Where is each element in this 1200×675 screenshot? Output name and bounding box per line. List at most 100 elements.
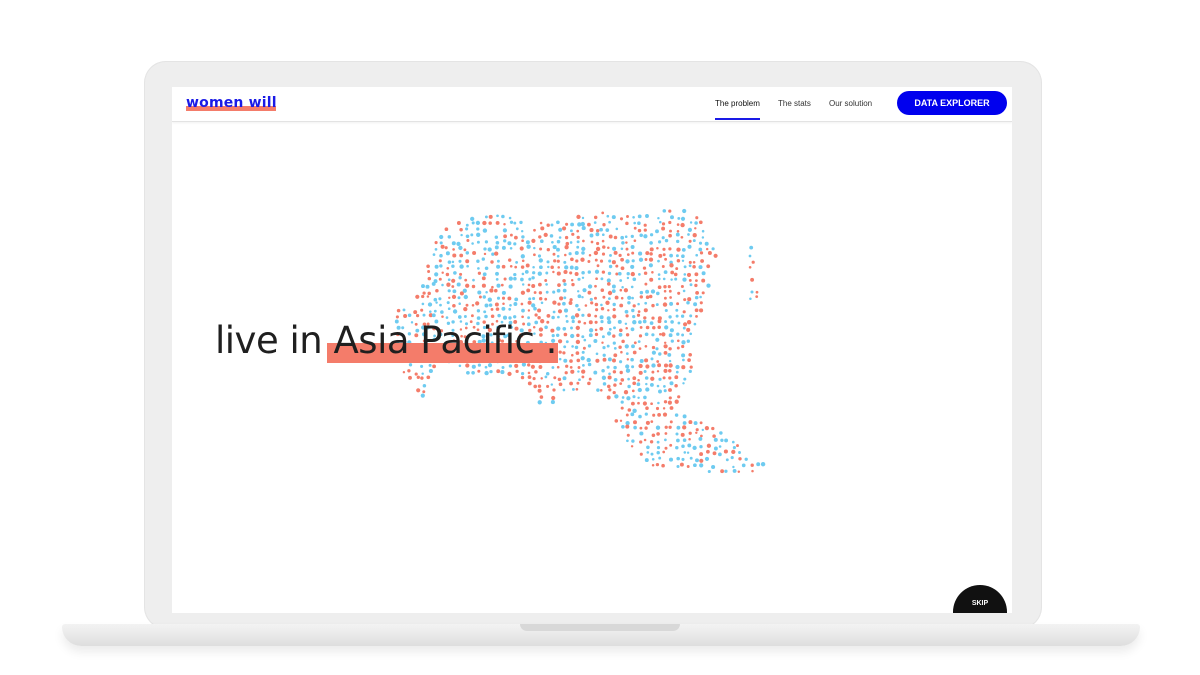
map-dot bbox=[608, 372, 611, 376]
map-dot bbox=[664, 325, 669, 330]
map-dot bbox=[718, 452, 722, 457]
map-dot bbox=[631, 296, 634, 300]
map-dot bbox=[663, 285, 667, 289]
map-dot bbox=[668, 369, 672, 373]
map-dot bbox=[656, 440, 660, 444]
map-dot bbox=[495, 271, 499, 276]
map-dot bbox=[619, 382, 623, 385]
map-dot bbox=[689, 332, 693, 336]
map-dot bbox=[662, 450, 666, 454]
map-dot bbox=[687, 297, 692, 302]
map-dot bbox=[434, 241, 438, 245]
map-dot bbox=[669, 443, 673, 447]
map-dot bbox=[681, 344, 685, 349]
map-dot bbox=[428, 368, 433, 374]
map-dot bbox=[669, 296, 672, 299]
map-dot bbox=[656, 446, 661, 450]
map-dot bbox=[586, 357, 591, 363]
map-dot bbox=[564, 245, 569, 250]
map-dot bbox=[698, 436, 703, 441]
map-dot bbox=[465, 259, 470, 264]
map-dot bbox=[476, 232, 481, 237]
map-dot bbox=[650, 452, 654, 456]
map-dot bbox=[644, 344, 648, 348]
map-dot bbox=[755, 290, 759, 294]
map-dot bbox=[494, 235, 499, 239]
map-dot bbox=[668, 333, 673, 338]
map-dot bbox=[546, 223, 550, 227]
map-dot bbox=[589, 228, 594, 233]
map-dot bbox=[625, 424, 630, 429]
map-dot bbox=[593, 221, 597, 224]
map-dot bbox=[638, 347, 642, 350]
map-dot bbox=[514, 235, 518, 240]
map-dot bbox=[453, 271, 457, 275]
map-dot bbox=[637, 340, 641, 343]
map-dot bbox=[580, 221, 585, 227]
map-dot bbox=[562, 326, 567, 331]
map-dot bbox=[588, 333, 593, 338]
map-dot bbox=[701, 428, 704, 432]
map-dot bbox=[594, 258, 598, 262]
map-dot bbox=[701, 278, 706, 283]
map-dot bbox=[495, 220, 500, 225]
map-dot bbox=[707, 469, 711, 474]
map-dot bbox=[701, 291, 705, 295]
map-dot bbox=[658, 253, 663, 258]
map-dot bbox=[601, 270, 606, 274]
map-dot bbox=[577, 308, 581, 312]
map-dot bbox=[627, 301, 631, 305]
map-dot bbox=[596, 264, 600, 268]
map-dot bbox=[659, 220, 662, 224]
map-dot bbox=[563, 358, 568, 363]
map-dot bbox=[612, 370, 617, 374]
map-dot bbox=[662, 376, 666, 380]
map-dot bbox=[692, 265, 696, 269]
map-dot bbox=[521, 239, 524, 243]
map-dot bbox=[520, 290, 526, 295]
map-dot bbox=[669, 301, 674, 306]
map-dot bbox=[513, 302, 518, 306]
map-dot bbox=[476, 309, 481, 313]
map-dot bbox=[496, 369, 501, 374]
map-dot bbox=[595, 277, 598, 281]
map-dot bbox=[705, 247, 709, 251]
map-dot bbox=[642, 401, 647, 406]
map-dot bbox=[680, 235, 684, 239]
map-dot bbox=[440, 310, 444, 314]
map-dot bbox=[736, 444, 739, 448]
map-dot bbox=[617, 319, 622, 324]
map-dot bbox=[631, 308, 635, 313]
map-dot bbox=[534, 313, 538, 317]
map-dot bbox=[679, 462, 684, 467]
map-dot bbox=[528, 297, 532, 301]
map-dot bbox=[508, 276, 513, 281]
map-dot bbox=[521, 315, 524, 319]
map-dot bbox=[508, 307, 512, 311]
map-dot bbox=[562, 279, 566, 283]
map-dot bbox=[626, 433, 630, 437]
logo-text[interactable]: women will bbox=[186, 95, 277, 111]
map-dot bbox=[521, 272, 525, 276]
map-dot bbox=[575, 259, 579, 263]
map-dot bbox=[429, 310, 432, 313]
map-dot bbox=[681, 248, 686, 252]
map-dot bbox=[681, 457, 685, 461]
map-dot bbox=[699, 301, 703, 305]
map-dot bbox=[590, 301, 594, 305]
map-dot bbox=[447, 307, 451, 311]
map-dot bbox=[553, 259, 557, 263]
map-dot bbox=[646, 451, 650, 454]
map-dot bbox=[632, 277, 637, 282]
map-dot bbox=[557, 315, 560, 319]
map-dot bbox=[683, 322, 688, 327]
logo[interactable]: women will bbox=[172, 87, 292, 121]
map-dot bbox=[748, 254, 752, 258]
map-dot bbox=[701, 229, 705, 233]
map-dot bbox=[484, 240, 489, 244]
map-dot bbox=[552, 310, 556, 314]
map-dot bbox=[539, 265, 543, 270]
map-dot bbox=[538, 258, 543, 263]
map-dot bbox=[749, 245, 754, 250]
map-dot bbox=[625, 314, 629, 318]
